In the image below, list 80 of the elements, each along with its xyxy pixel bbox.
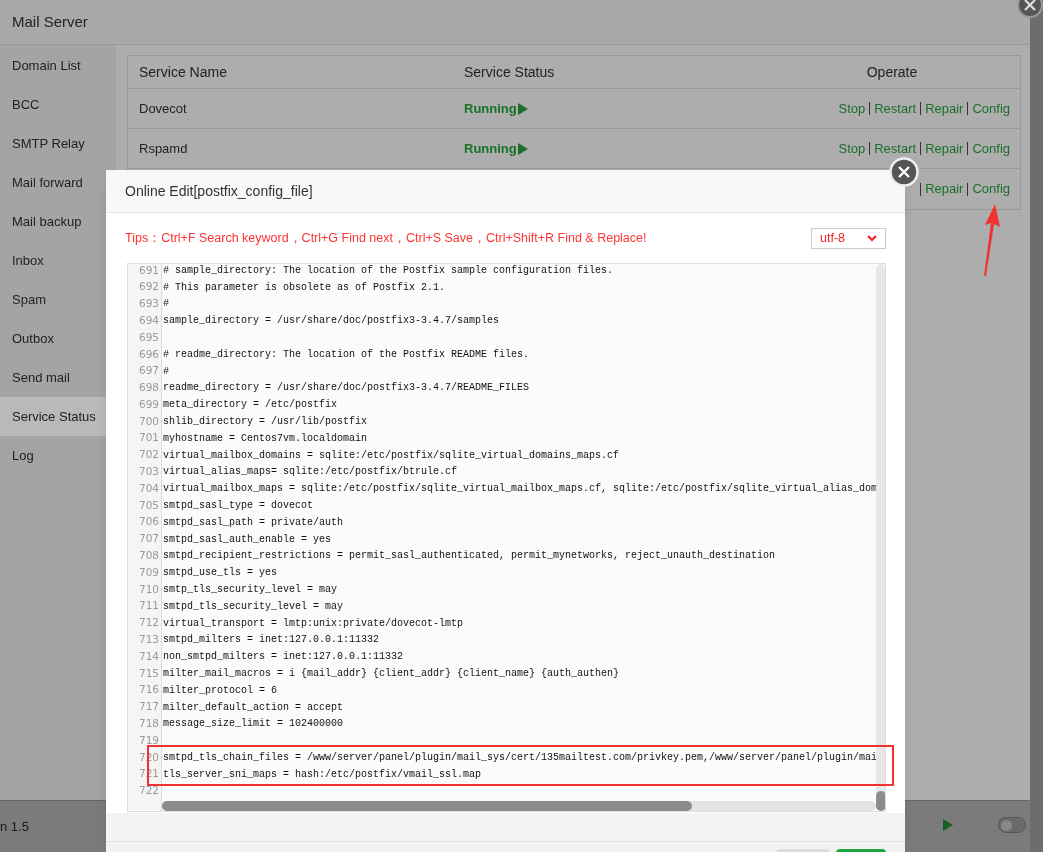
- code-line: milter_default_action = accept: [163, 700, 344, 715]
- line-number: 702: [137, 447, 160, 463]
- code-line: shlib_directory = /usr/lib/postfix: [163, 415, 368, 430]
- line-number: 704: [137, 480, 160, 496]
- line-number: 715: [137, 665, 160, 681]
- line-number: 701: [137, 430, 160, 446]
- line-number: 695: [137, 329, 160, 345]
- line-number: 703: [137, 464, 160, 480]
- code-line: # readme_directory: The location of the Postfix README files.: [163, 347, 530, 362]
- window-title: Mail Server: [12, 11, 88, 32]
- play-icon[interactable]: [943, 819, 953, 831]
- line-number: 716: [137, 682, 160, 698]
- status-text: Running: [464, 139, 517, 158]
- line-number: 722: [137, 783, 160, 799]
- line-number: 713: [137, 632, 160, 648]
- code-line: smtpd_sasl_path = private/auth: [163, 515, 344, 530]
- line-number: 710: [137, 581, 160, 597]
- code-line: message_size_limit = 102400000: [163, 717, 344, 732]
- code-line: smtpd_use_tls = yes: [163, 566, 278, 581]
- service-name: Rspamd: [139, 140, 188, 156]
- code-line: readme_directory = /usr/share/doc/postfix3-3.4.7/README_FILES: [163, 381, 530, 396]
- line-number: 712: [137, 615, 160, 631]
- line-number: 699: [137, 396, 160, 412]
- toggle-switch[interactable]: [998, 817, 1026, 833]
- column-header: Service Status: [464, 63, 555, 80]
- scrollbar-thumb[interactable]: [876, 791, 885, 811]
- code-line: smtpd_recipient_restrictions = permit_sasl_authenticated, permit_mynetworks, reject_unauth_destination: [163, 549, 776, 564]
- line-number: 696: [137, 346, 160, 362]
- line-number: 694: [137, 312, 160, 328]
- line-number: 711: [137, 598, 160, 614]
- version-text: n 1.5: [0, 817, 29, 836]
- line-number: 697: [137, 363, 160, 379]
- tips-text: Tips：Ctrl+F Search keyword，Ctrl+G Find next，Ctrl+S Save，Ctrl+Shift+R Find & Replace!: [125, 229, 647, 247]
- line-number: 709: [137, 564, 160, 580]
- play-icon[interactable]: [517, 102, 528, 115]
- code-line: virtual_mailbox_maps = sqlite:/etc/postfix/sqlite_virtual_mailbox_maps.cf, sqlite:/etc/postfix/sqlite_virtual_alias_dom: [163, 482, 876, 497]
- code-line: smtpd_tls_security_level = may: [163, 599, 344, 614]
- scrollbar-thumb[interactable]: [162, 801, 692, 811]
- line-number: 700: [137, 413, 160, 429]
- line-number: 705: [137, 497, 160, 513]
- line-number: 691: [137, 264, 160, 278]
- code-line: # sample_directory: The location of the Postfix sample configuration files.: [163, 264, 614, 278]
- line-number: 708: [137, 548, 160, 564]
- line-number: 698: [137, 380, 160, 396]
- caret-icon: [867, 234, 877, 242]
- code-line: smtpd_tls_chain_files = /www/server/panel/plugin/mail_sys/cert/135mailtest.com/privkey.pem,/www/server/panel/plugin/mai: [163, 751, 876, 765]
- code-line: virtual_transport = lmtp:unix:private/dovecot-lmtp: [163, 616, 464, 631]
- code-line: tls_server_sni_maps = hash:/etc/postfix/vmail_ssl.map: [163, 767, 482, 782]
- code-line: meta_directory = /etc/postfix: [163, 398, 338, 413]
- column-header: Service Name: [139, 63, 227, 80]
- code-line: sample_directory = /usr/share/doc/postfix3-3.4.7/samples: [163, 314, 500, 329]
- code-line: #: [163, 364, 169, 379]
- line-number: 692: [137, 279, 160, 295]
- column-header: Operate: [866, 63, 918, 80]
- line-number: 707: [137, 531, 160, 547]
- code-line: smtpd_milters = inet:127.0.0.1:11332: [163, 633, 380, 648]
- arrow-icon: [981, 203, 1003, 277]
- code-line: virtual_mailbox_domains = sqlite:/etc/postfix/sqlite_virtual_domains_maps.cf: [163, 448, 620, 463]
- encoding-select[interactable]: utf-8: [811, 227, 886, 249]
- line-number: 714: [137, 648, 160, 664]
- line-number: 693: [137, 296, 160, 312]
- code-line: # This parameter is obsolete as of Postfix 2.1.: [163, 280, 446, 295]
- code-line: virtual_alias_maps= sqlite:/etc/postfix/btrule.cf: [163, 465, 458, 480]
- status-text: Running: [464, 99, 517, 118]
- code-line: non_smtpd_milters = inet:127.0.0.1:11332: [163, 650, 404, 665]
- code-line: smtp_tls_security_level = may: [163, 583, 338, 598]
- line-number: 719: [137, 732, 160, 748]
- service-name: Dovecot: [139, 100, 187, 116]
- line-number: 717: [137, 699, 160, 715]
- play-icon[interactable]: [517, 142, 528, 155]
- code-line: smtpd_sasl_type = dovecot: [163, 499, 314, 514]
- dialog-title: Online Edit[postfix_config_file]: [125, 181, 313, 201]
- code-line: myhostname = Centos7vm.localdomain: [163, 431, 368, 446]
- code-line: #: [163, 297, 169, 312]
- code-editor[interactable]: [127, 263, 886, 812]
- line-number: 718: [137, 716, 160, 732]
- line-number: 706: [137, 514, 160, 530]
- code-line: milter_mail_macros = i {mail_addr} {client_addr} {client_name} {auth_authen}: [163, 667, 620, 681]
- code-line: milter_protocol = 6: [163, 683, 278, 698]
- code-line: smtpd_sasl_auth_enable = yes: [163, 532, 332, 547]
